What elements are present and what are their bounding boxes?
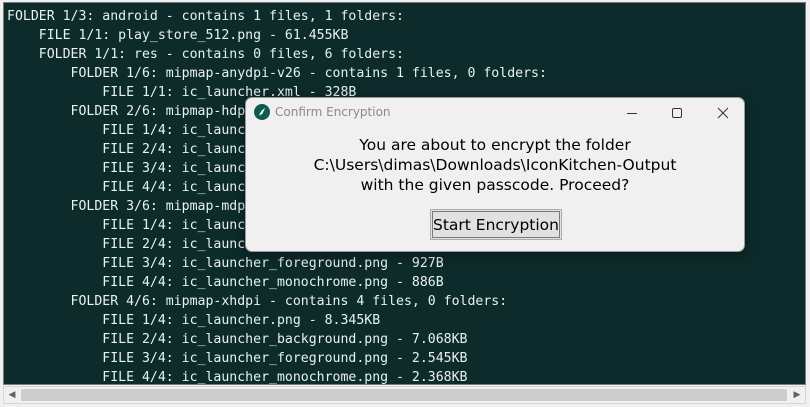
- log-line: FILE 2/4: ic_launcher_background.png - 7…: [7, 332, 468, 347]
- log-line: FILE 4/4: ic_launcher_monochrome.png - 2…: [7, 370, 468, 385]
- minimize-icon[interactable]: [609, 98, 655, 127]
- log-line: FOLDER 4/6: mipmap-xhdpi - contains 4 fi…: [7, 294, 508, 309]
- confirm-encryption-dialog: Confirm Encryption You are about to encr…: [245, 97, 745, 252]
- dialog-title: Confirm Encryption: [275, 105, 391, 119]
- log-line: FOLDER 1/3: android - contains 1 files, …: [7, 9, 404, 24]
- log-line: FILE 1/4: ic_launcher.png - 8.345KB: [7, 313, 381, 328]
- message-folder-path: C:\Users\dimas\Downloads\IconKitchen-Out…: [313, 156, 677, 174]
- app-logo-icon: [254, 104, 270, 120]
- start-encryption-button[interactable]: Start Encryption: [430, 209, 562, 240]
- close-icon[interactable]: [700, 98, 744, 127]
- log-line: FOLDER 1/6: mipmap-anydpi-v26 - contains…: [7, 66, 547, 81]
- log-line: FILE 3/4: ic_launcher_foreground.png - 2…: [7, 351, 468, 366]
- maximize-icon[interactable]: [654, 98, 700, 127]
- dialog-titlebar[interactable]: Confirm Encryption: [246, 98, 744, 128]
- dialog-message: You are about to encrypt the folder C:\U…: [246, 135, 744, 195]
- app-window: FOLDER 1/3: android - contains 1 files, …: [0, 0, 810, 407]
- horizontal-scrollbar[interactable]: ◀ ▶: [3, 386, 806, 404]
- log-line: FILE 3/4: ic_launcher_foreground.png - 9…: [7, 256, 444, 271]
- message-line: You are about to encrypt the folder: [359, 136, 631, 154]
- scrollbar-thumb[interactable]: [21, 389, 787, 401]
- log-line: FOLDER 1/1: res - contains 0 files, 6 fo…: [7, 47, 404, 62]
- log-line: FILE 1/1: play_store_512.png - 61.455KB: [7, 28, 349, 43]
- message-line: with the given passcode. Proceed?: [360, 176, 630, 194]
- scroll-left-icon[interactable]: ◀: [4, 387, 20, 403]
- log-line: FILE 4/4: ic_launcher_monochrome.png - 8…: [7, 275, 444, 290]
- scroll-right-icon[interactable]: ▶: [789, 387, 805, 403]
